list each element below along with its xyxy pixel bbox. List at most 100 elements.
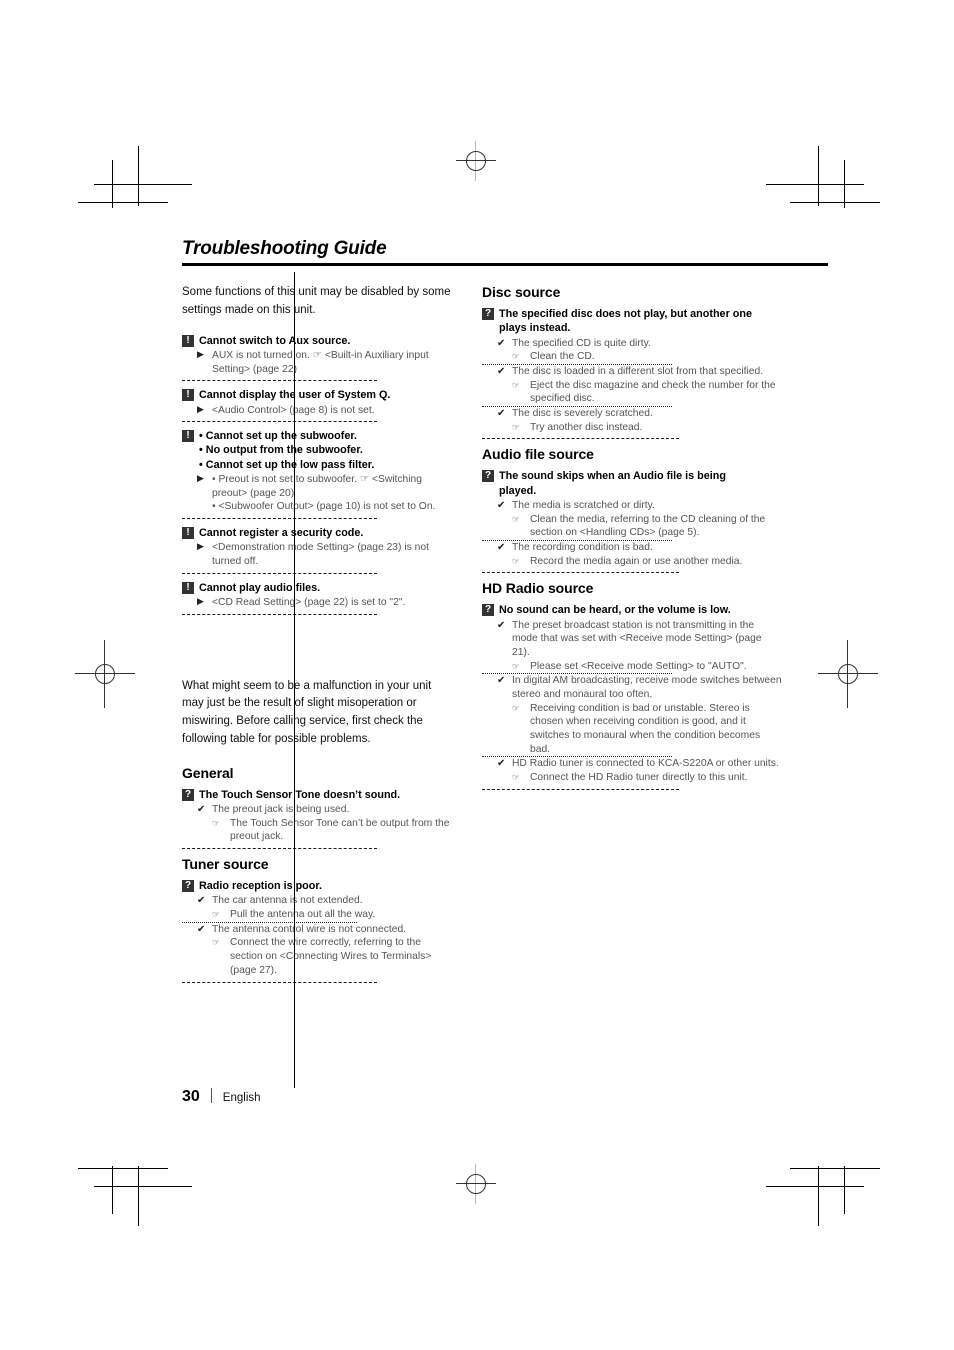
column-spacer (182, 622, 454, 678)
page-number: 30 (182, 1088, 200, 1105)
warning-badge-icon: ! (182, 389, 194, 402)
entry-question-text: The sound skips when an Audio file is be… (499, 470, 726, 497)
registration-circle (466, 1174, 486, 1194)
remedy-text: Clean the CD. (530, 351, 595, 363)
entry-question-text: • Cannot set up the subwoofer. • No outpu… (199, 430, 375, 471)
question-badge-icon: ? (482, 308, 494, 320)
page-footer: 30 English (182, 1086, 261, 1106)
remedy-line: ☞ Try another disc instead. (512, 421, 782, 435)
cause-text: The disc is severely scratched. (512, 407, 653, 419)
check-bullet-icon: ✔ (497, 407, 506, 419)
section-heading: Audio file source (482, 446, 594, 463)
check-bullet-icon: ✔ (497, 619, 506, 631)
section-heading: Tuner source (182, 856, 269, 873)
cause-text: The recording condition is bad. (512, 541, 653, 553)
entry-question: ! Cannot play audio files. (182, 581, 454, 595)
cause-line: ✔ HD Radio tuner is connected to KCA-S220… (497, 757, 782, 771)
check-bullet-icon: ✔ (197, 923, 206, 935)
remedy-text: Receiving condition is bad or unstable. … (530, 702, 761, 755)
troubleshooting-entry: ! Cannot register a security code. ▶ <Demon… (182, 526, 454, 574)
entry-question-text: Cannot display the user of System Q. (199, 389, 391, 402)
cause-text: <Audio Control> (page 8) is not set. (212, 404, 375, 416)
cause-line: ✔ The disc is severely scratched. (497, 407, 782, 421)
troubleshooting-entry: ! Cannot play audio files. ▶ <CD Read Setti… (182, 581, 454, 615)
cause-line: ▶ <Demonstration mode Setting> (page 23) … (197, 541, 454, 568)
cause-line: ✔ The preout jack is being used. (197, 803, 454, 817)
troubleshooting-entry: ? Radio reception is poor. ✔ The car antenn… (182, 879, 454, 983)
cause-line: ✔ The antenna control wire is not connect… (197, 923, 454, 937)
remedy-text: Clean the media, referring to the CD cle… (530, 513, 766, 539)
remedy-text: Record the media again or use another me… (530, 555, 743, 567)
triangle-bullet-icon: ▶ (197, 403, 204, 414)
remedy-line: ☞ Connect the wire correctly, referring t… (212, 936, 454, 977)
warning-badge-icon: ! (182, 527, 194, 539)
entry-question: ! Cannot register a security code. (182, 526, 454, 540)
entry-separator (182, 572, 377, 574)
troubleshooting-entry: ? The specified disc does not play, but a… (482, 307, 782, 440)
entry-question: ! Cannot switch to Aux source. (182, 334, 454, 348)
cause-line: ▶ <Audio Control> (page 8) is not set. (197, 404, 454, 418)
troubleshooting-entry: ! • Cannot set up the subwoofer. • No outp… (182, 429, 454, 519)
entry-separator (182, 613, 377, 615)
cause-line: ✔ The specified CD is quite dirty. (497, 337, 782, 351)
entry-separator (182, 981, 377, 983)
page-content: Troubleshooting Guide Some functions of … (182, 238, 828, 990)
troubleshooting-entry: ? The sound skips when an Audio file is b… (482, 469, 782, 574)
right-column: Disc source ? The specified disc does not … (482, 284, 782, 990)
warning-badge-icon: ! (182, 430, 194, 443)
pointing-hand-icon: ☞ (212, 817, 220, 828)
remedy-text: Please set <Receive mode Setting> to "AU… (530, 660, 747, 672)
question-badge-icon: ? (482, 604, 494, 617)
pointing-hand-icon: ☞ (512, 702, 520, 713)
title-rule (182, 263, 828, 266)
entry-separator (482, 572, 679, 574)
cause-text: <CD Read Setting> (page 22) is set to "2… (212, 596, 406, 608)
sub-cause-text: • <Subwoofer Output> (page 10) is not se… (212, 501, 436, 513)
entry-question: ! • Cannot set up the subwoofer. • No outp… (182, 429, 454, 472)
triangle-bullet-icon: ▶ (197, 472, 204, 483)
entry-separator (182, 848, 377, 850)
column-gap (454, 284, 482, 990)
cause-line: ✔ The disc is loaded in a different slot … (497, 365, 782, 379)
registration-circle (95, 664, 115, 684)
question-badge-icon: ? (182, 788, 194, 801)
check-bullet-icon: ✔ (497, 758, 506, 770)
check-bullet-icon: ✔ (497, 365, 506, 377)
section-heading: Disc source (482, 284, 561, 300)
cause-text: <Demonstration mode Setting> (page 23) i… (212, 542, 429, 567)
remedy-text: Connect the HD Radio tuner directly to t… (530, 772, 748, 784)
remedy-line: ☞ Connect the HD Radio tuner directly to … (512, 771, 782, 785)
remedy-text: The Touch Sensor Tone can’t be output fr… (230, 817, 450, 843)
entry-question: ? No sound can be heard, or the volume is… (482, 603, 782, 617)
entry-question-text: Radio reception is poor. (199, 880, 322, 893)
cause-text: The preset broadcast station is not tran… (512, 619, 762, 658)
troubleshooting-entry: ! Cannot display the user of System Q. ▶ <A… (182, 388, 454, 423)
cause-text: The car antenna is not extended. (212, 895, 363, 907)
pointing-hand-icon: ☞ (512, 421, 520, 432)
remedy-line: ☞ Eject the disc magazine and check the n… (512, 379, 782, 406)
check-bullet-icon: ✔ (197, 895, 206, 907)
column-divider (294, 272, 295, 1088)
cause-line: ▶ • Preout is not set to subwoofer. ☞ <Sw… (197, 473, 454, 500)
remedy-line: ☞ Please set <Receive mode Setting> to "A… (512, 660, 782, 674)
warning-badge-icon: ! (182, 581, 194, 594)
check-bullet-icon: ✔ (497, 499, 506, 511)
remedy-line: ☞ The Touch Sensor Tone can’t be output f… (212, 817, 454, 844)
entry-question: ? The specified disc does not play, but a… (482, 307, 782, 336)
cause-line: ✔ In digital AM broadcasting, receive mod… (497, 674, 782, 701)
entry-question-text: Cannot switch to Aux source. (199, 334, 351, 347)
left-column: Some functions of this unit may be disab… (182, 284, 454, 990)
cause-text: The disc is loaded in a different slot f… (512, 365, 764, 377)
cause-line: ▶ <CD Read Setting> (page 22) is set to "… (197, 596, 454, 610)
pointing-hand-icon: ☞ (512, 513, 520, 524)
pointing-hand-icon: ☞ (212, 909, 220, 920)
entry-question-text: Cannot play audio files. (199, 581, 321, 594)
cause-text: HD Radio tuner is connected to KCA-S220A… (512, 758, 779, 770)
entry-question: ! Cannot display the user of System Q. (182, 388, 454, 402)
remedy-line: ☞ Pull the antenna out all the way. (212, 908, 454, 922)
cause-line: ✔ The media is scratched or dirty. (497, 499, 782, 513)
footer-language: English (222, 1092, 261, 1104)
warning-badge-icon: ! (182, 334, 194, 347)
entry-question-text: No sound can be heard, or the volume is … (499, 604, 731, 617)
entry-question: ? The sound skips when an Audio file is b… (482, 469, 782, 498)
